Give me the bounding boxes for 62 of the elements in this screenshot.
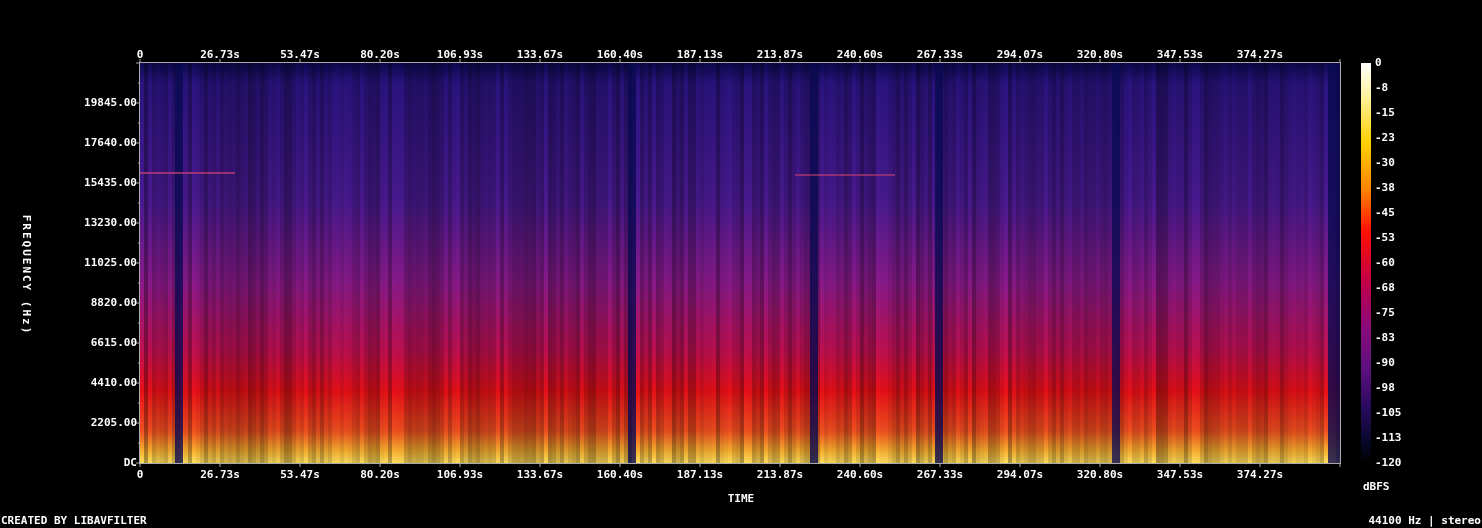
time-tick-label: 240.60s (836, 49, 884, 61)
dbfs-tick-label: -60 (1375, 257, 1395, 269)
dbfs-tick-label: -15 (1375, 107, 1395, 119)
dbfs-tick-label: -23 (1375, 132, 1395, 144)
dbfs-tick-label: -90 (1375, 357, 1395, 369)
time-tick-label: 374.27s (1236, 49, 1284, 61)
frequency-tick-label: 6615.00 (90, 337, 137, 349)
dbfs-tick-label: -120 (1375, 457, 1402, 469)
time-tick-label: 347.53s (1156, 49, 1204, 61)
time-tick-label: 320.80s (1076, 49, 1124, 61)
audio-info-text: 44100 Hz | stereo (1368, 515, 1481, 527)
time-tick-label: 26.73s (200, 49, 240, 61)
frequency-tick-label: 2205.00 (90, 417, 137, 429)
time-tick-label: 320.80s (1076, 469, 1124, 481)
dbfs-unit-label: dBFS (1363, 481, 1390, 493)
time-tick-label: 80.20s (360, 49, 400, 61)
time-tick-label: 133.67s (516, 469, 564, 481)
frequency-tick-label: 4410.00 (90, 377, 137, 389)
dbfs-tick-label: -98 (1375, 382, 1395, 394)
time-tick-label: 53.47s (280, 49, 320, 61)
dbfs-tick-label: -105 (1375, 407, 1402, 419)
time-tick-label: 213.87s (756, 469, 804, 481)
time-axis-label: TIME (727, 493, 755, 505)
frequency-axis-label: FREQUENCY (Hz) (20, 214, 32, 336)
frequency-tick-label: DC (123, 457, 137, 469)
dbfs-tick-label: -83 (1375, 332, 1395, 344)
time-tick-label: 160.40s (596, 49, 644, 61)
dbfs-tick-label: -45 (1375, 207, 1395, 219)
time-tick-label: 106.93s (436, 49, 484, 61)
time-tick-label: 53.47s (280, 469, 320, 481)
frequency-tick-label: 15435.00 (84, 177, 137, 189)
dbfs-tick-label: 0 (1375, 57, 1382, 69)
dbfs-tick-label: -53 (1375, 232, 1395, 244)
dbfs-tick-label: -38 (1375, 182, 1395, 194)
time-tick-label: 0 (136, 469, 144, 481)
dbfs-tick-label: -68 (1375, 282, 1395, 294)
dbfs-tick-label: -75 (1375, 307, 1395, 319)
time-tick-label: 347.53s (1156, 469, 1204, 481)
frequency-tick-label: 11025.00 (84, 257, 137, 269)
time-tick-label: 374.27s (1236, 469, 1284, 481)
time-tick-label: 80.20s (360, 469, 400, 481)
time-tick-label: 240.60s (836, 469, 884, 481)
dbfs-tick-label: -113 (1375, 432, 1402, 444)
credit-text: CREATED BY LIBAVFILTER (1, 515, 147, 527)
time-tick-label: 294.07s (996, 49, 1044, 61)
time-tick-label: 267.33s (916, 49, 964, 61)
dbfs-tick-label: -30 (1375, 157, 1395, 169)
time-tick-label: 213.87s (756, 49, 804, 61)
frequency-tick-label: 13230.00 (84, 217, 137, 229)
time-tick-label: 160.40s (596, 469, 644, 481)
time-tick-label: 133.67s (516, 49, 564, 61)
time-tick-label: 26.73s (200, 469, 240, 481)
dbfs-tick-label: -8 (1375, 82, 1389, 94)
time-tick-label: 294.07s (996, 469, 1044, 481)
time-tick-label: 187.13s (676, 469, 724, 481)
time-tick-label: 187.13s (676, 49, 724, 61)
time-tick-label: 267.33s (916, 469, 964, 481)
frequency-tick-label: 19845.00 (84, 97, 137, 109)
frequency-tick-label: 8820.00 (90, 297, 137, 309)
time-tick-label: 0 (136, 49, 144, 61)
frequency-tick-label: 17640.00 (84, 137, 137, 149)
time-tick-label: 106.93s (436, 469, 484, 481)
